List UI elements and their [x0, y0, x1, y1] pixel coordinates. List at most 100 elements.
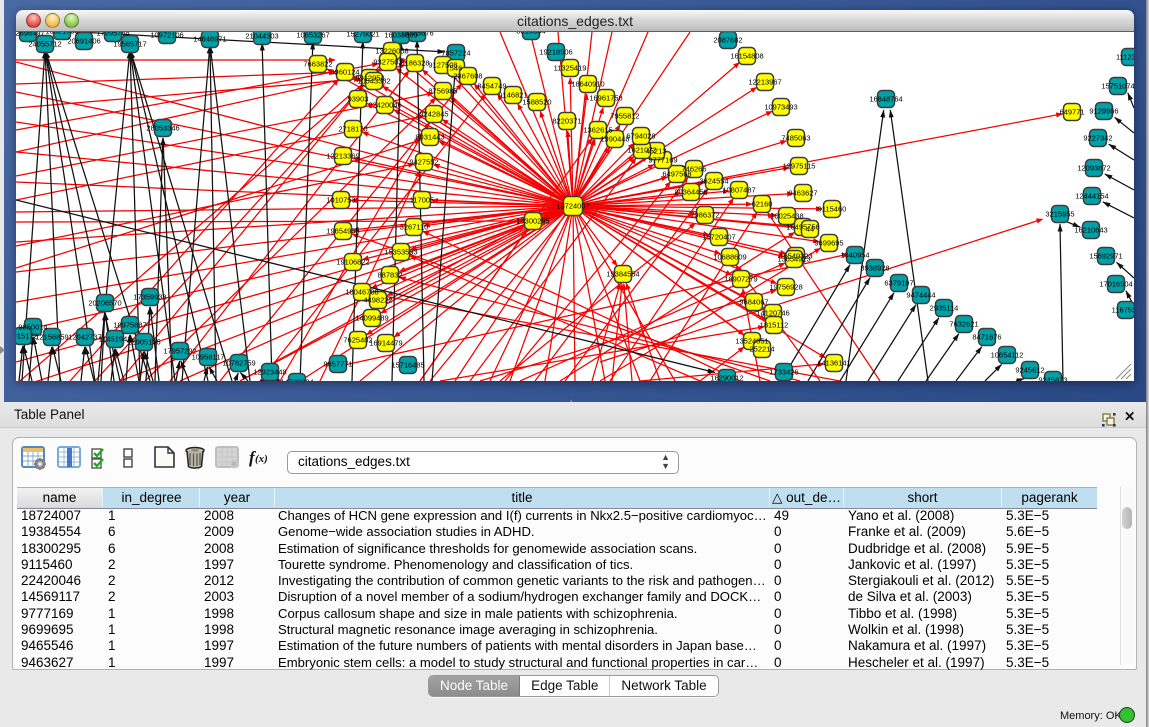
svg-text:4498222: 4498222: [363, 296, 392, 305]
svg-text:7986372: 7986372: [690, 211, 719, 220]
svg-text:2935114: 2935114: [930, 304, 959, 313]
svg-text:7663822: 7663822: [303, 60, 332, 69]
svg-text:19218506: 19218506: [539, 48, 572, 57]
svg-text:15692971: 15692971: [1089, 252, 1122, 261]
svg-text:(x): (x): [255, 453, 268, 465]
svg-text:1815112: 1815112: [760, 321, 789, 330]
svg-text:19106822: 19106822: [336, 258, 369, 267]
svg-text:17359938: 17359938: [133, 293, 166, 302]
svg-text:18300295: 18300295: [516, 217, 549, 226]
svg-text:16154808: 16154808: [730, 52, 763, 61]
svg-text:12905135: 12905135: [127, 338, 160, 347]
svg-text:7485063: 7485063: [781, 134, 810, 143]
svg-text:20206570: 20206570: [88, 299, 121, 308]
svg-text:1010753: 1010753: [326, 196, 355, 205]
svg-text:2087682: 2087682: [713, 36, 742, 45]
svg-text:22696497: 22696497: [16, 32, 45, 38]
svg-text:1990448: 1990448: [600, 135, 629, 144]
svg-text:10782759: 10782759: [222, 359, 255, 368]
svg-text:6794028: 6794028: [626, 132, 655, 141]
svg-text:252214: 252214: [749, 345, 774, 354]
svg-text:9474444: 9474444: [906, 291, 935, 300]
svg-text:8031443: 8031443: [415, 133, 444, 142]
svg-text:19565717: 19565717: [113, 40, 146, 49]
svg-text:9327503: 9327503: [373, 58, 402, 67]
svg-text:7857224: 7857224: [441, 49, 470, 58]
svg-text:14099489: 14099489: [355, 314, 388, 323]
svg-text:2718170: 2718170: [338, 125, 367, 134]
svg-text:8186328: 8186328: [400, 59, 429, 68]
svg-text:13226058: 13226058: [375, 47, 408, 56]
svg-text:12156859: 12156859: [35, 333, 68, 342]
svg-text:18724007: 18724007: [556, 202, 589, 211]
svg-text:10688609: 10688609: [713, 253, 746, 262]
svg-text:8471676: 8471676: [972, 333, 1001, 342]
svg-text:9129966: 9129966: [1089, 107, 1118, 116]
svg-text:1588520: 1588520: [522, 98, 551, 107]
svg-text:12942737: 12942737: [68, 333, 101, 342]
svg-text:44: 44: [806, 225, 814, 234]
svg-text:93903: 93903: [348, 95, 369, 104]
svg-text:11325419: 11325419: [554, 64, 587, 73]
svg-text:887832: 887832: [377, 271, 402, 280]
svg-text:7625402: 7625402: [343, 336, 372, 345]
svg-text:17995768: 17995768: [96, 32, 129, 38]
svg-text:18640910: 18640910: [571, 80, 604, 89]
svg-text:15716485: 15716485: [391, 361, 424, 370]
svg-text:10975887: 10975887: [113, 321, 146, 330]
svg-text:8454749: 8454749: [477, 82, 506, 91]
svg-text:18385676: 18385676: [400, 32, 433, 38]
svg-text:16961758: 16961758: [589, 94, 622, 103]
svg-text:6497568: 6497568: [662, 170, 691, 179]
svg-text:12213967: 12213967: [748, 78, 781, 87]
svg-text:10543382: 10543382: [357, 77, 390, 86]
svg-text:14789234: 14789234: [280, 378, 313, 382]
svg-text:9242845: 9242845: [419, 110, 448, 119]
svg-text:10958117: 10958117: [192, 353, 225, 362]
svg-text:14136141: 14136141: [817, 359, 850, 368]
svg-text:10025438: 10025438: [770, 212, 803, 221]
svg-text:12923448: 12923448: [253, 368, 286, 377]
svg-text:28053346: 28053346: [146, 124, 179, 133]
svg-text:16210643: 16210643: [1074, 226, 1107, 235]
svg-text:9463627: 9463627: [788, 189, 817, 198]
svg-text:20364456: 20364456: [674, 188, 707, 197]
svg-text:19654955: 19654955: [326, 227, 359, 236]
svg-text:16648764: 16648764: [869, 95, 902, 104]
svg-text:16290012: 16290012: [710, 374, 743, 382]
svg-text:12213369: 12213369: [326, 152, 359, 161]
svg-text:3267110: 3267110: [400, 223, 429, 232]
svg-text:19384554: 19384554: [606, 270, 639, 279]
svg-text:12444154: 12444154: [1075, 192, 1108, 201]
svg-text:13654923: 13654923: [777, 255, 810, 264]
svg-text:10653267: 10653267: [296, 32, 329, 40]
svg-text:7955812: 7955812: [610, 112, 639, 121]
svg-text:8756985: 8756985: [428, 87, 457, 96]
svg-text:14646971: 14646971: [193, 35, 226, 44]
svg-text:8938928: 8938928: [860, 264, 889, 273]
svg-text:9115460: 9115460: [818, 205, 847, 214]
svg-text:117005: 117005: [410, 196, 434, 205]
svg-text:9777169: 9777169: [648, 156, 677, 165]
svg-text:7632621: 7632621: [949, 320, 978, 329]
svg-text:9850014: 9850014: [18, 323, 47, 332]
svg-text:9684067: 9684067: [739, 298, 768, 307]
svg-text:9227342: 9227342: [1083, 134, 1112, 143]
svg-text:8220371: 8220371: [552, 117, 581, 126]
svg-text:10807487: 10807487: [722, 186, 755, 195]
svg-text:12975115: 12975115: [783, 162, 816, 171]
svg-text:14120746: 14120746: [756, 309, 789, 318]
svg-text:6379197: 6379197: [884, 279, 913, 288]
svg-text:10972106: 10972106: [150, 32, 183, 40]
svg-text:1112368: 1112368: [1116, 53, 1134, 62]
svg-text:12093872: 12093872: [1077, 164, 1110, 173]
svg-text:9427552: 9427552: [409, 158, 438, 167]
svg-text:20691406: 20691406: [67, 37, 100, 46]
svg-text:1640954: 1640954: [840, 251, 869, 260]
svg-text:15353593: 15353593: [384, 248, 417, 257]
svg-text:2367608: 2367608: [453, 72, 482, 81]
svg-text:10973493: 10973493: [764, 103, 797, 112]
svg-text:1362615: 1362615: [583, 126, 612, 135]
svg-text:15276021: 15276021: [346, 32, 379, 39]
svg-text:8813054: 8813054: [516, 32, 545, 36]
